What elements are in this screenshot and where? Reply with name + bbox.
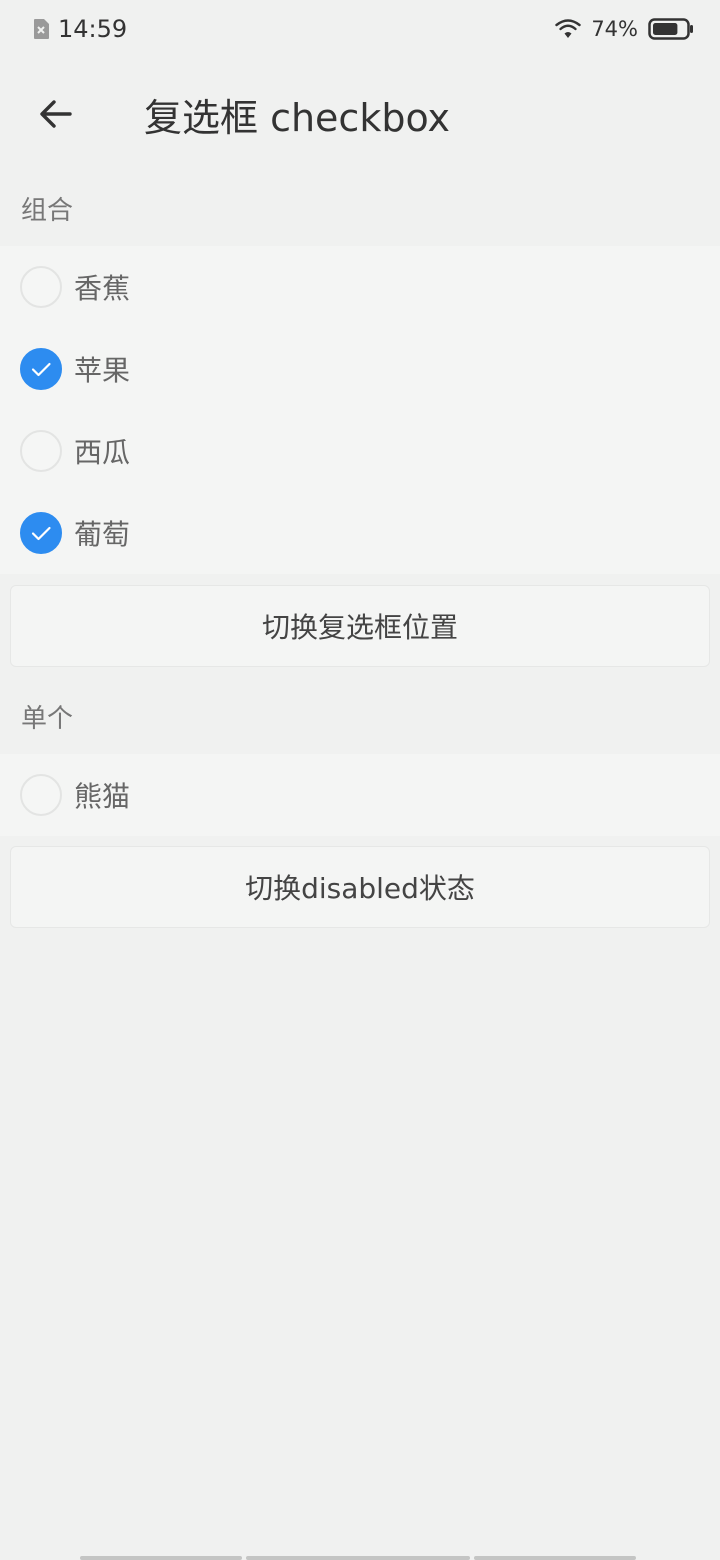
sim-icon xyxy=(34,19,49,39)
gesture-segment xyxy=(246,1556,470,1560)
check-icon xyxy=(31,526,51,541)
checkbox-apple[interactable] xyxy=(20,348,62,390)
checkbox-grape[interactable] xyxy=(20,512,62,554)
battery-icon xyxy=(648,18,693,40)
checkbox-label-grape: 葡萄 xyxy=(74,518,131,551)
checkbox-row-banana[interactable]: 香蕉 xyxy=(0,246,720,328)
gesture-bar[interactable] xyxy=(80,1556,640,1560)
section-label-single: 单个 xyxy=(21,704,74,734)
checkbox-label-apple: 苹果 xyxy=(74,354,131,387)
page-title: 复选框 checkbox xyxy=(144,95,451,140)
battery-percent: 74% xyxy=(591,17,638,41)
toggle-disabled-button[interactable]: 切换disabled状态 xyxy=(10,846,710,928)
checkbox-row-grape[interactable]: 葡萄 xyxy=(0,492,720,574)
status-right: 74% xyxy=(555,17,694,41)
check-icon xyxy=(31,362,51,377)
checkbox-label-panda: 熊猫 xyxy=(74,780,131,813)
checkbox-panda[interactable] xyxy=(20,774,62,816)
checkbox-single-panel: 熊猫 xyxy=(0,754,720,836)
gesture-segment xyxy=(474,1556,636,1560)
checkbox-row-panda[interactable]: 熊猫 xyxy=(0,754,720,836)
checkbox-row-watermelon[interactable]: 西瓜 xyxy=(0,410,720,492)
toggle-position-button[interactable]: 切换复选框位置 xyxy=(10,585,710,667)
gesture-segment xyxy=(80,1556,242,1560)
back-button[interactable] xyxy=(12,70,100,158)
checkbox-row-apple[interactable]: 苹果 xyxy=(0,328,720,410)
arrow-left-icon xyxy=(40,100,72,128)
status-time: 14:59 xyxy=(58,15,128,43)
status-left: 14:59 xyxy=(32,15,127,43)
nav-bar: 复选框 checkbox xyxy=(0,58,720,170)
checkbox-label-watermelon: 西瓜 xyxy=(74,436,131,469)
checkbox-watermelon[interactable] xyxy=(20,430,62,472)
checkbox-group: 香蕉 苹果 西瓜 葡萄 xyxy=(0,246,720,574)
wifi-icon xyxy=(555,19,582,38)
section-label-group: 组合 xyxy=(21,196,74,226)
checkbox-label-banana: 香蕉 xyxy=(74,272,131,305)
status-bar: 14:59 74% xyxy=(0,0,720,58)
checkbox-banana[interactable] xyxy=(20,266,62,308)
